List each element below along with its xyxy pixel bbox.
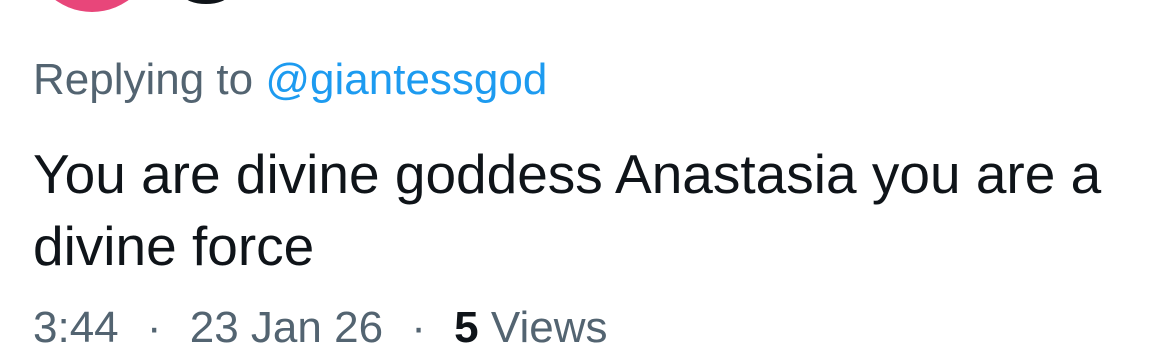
replying-to-line: Replying to @giantessgod — [33, 54, 547, 106]
avatar[interactable] — [30, 0, 154, 12]
tweet-meta: 3:44 · 23 Jan 26 · 5 Views — [33, 302, 607, 354]
views-separator: · — [411, 303, 426, 352]
tweet-date-separator: · — [146, 303, 162, 352]
author-name-fragment — [184, 0, 228, 4]
tweet-text: You are divine goddess Anastasia you are… — [33, 143, 1102, 277]
replying-to-handle-link[interactable]: @giantessgod — [265, 55, 547, 104]
replying-to-label: Replying to — [33, 55, 254, 104]
